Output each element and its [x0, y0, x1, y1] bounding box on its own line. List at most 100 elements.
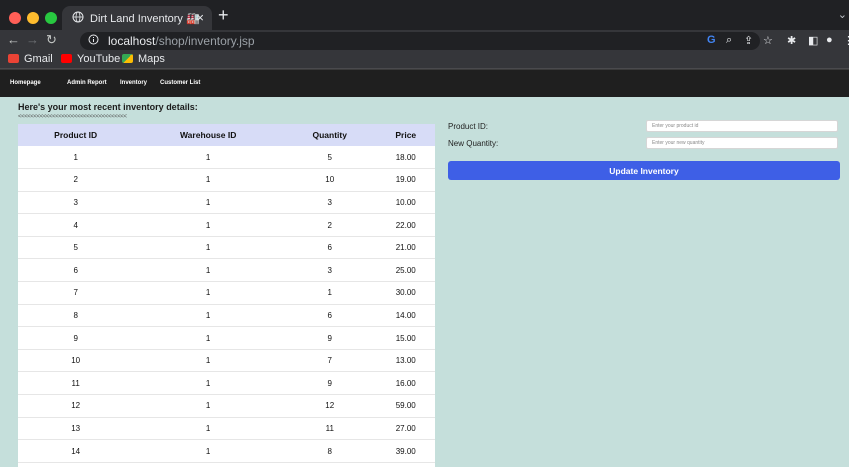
- inventory-table: Product ID Warehouse ID Quantity Price 1…: [18, 124, 435, 463]
- table-row: 7 1 1 30.00: [18, 282, 435, 305]
- table-row: 6 1 3 25.00: [18, 259, 435, 282]
- back-arrow-icon[interactable]: ←: [7, 32, 20, 47]
- site-nav: Homepage Admin Report Inventory Customer…: [0, 69, 849, 97]
- info-icon[interactable]: [88, 34, 99, 45]
- cell-price: 39.00: [395, 446, 416, 456]
- reload-icon[interactable]: ↻: [46, 32, 57, 48]
- gmail-icon: [8, 54, 19, 63]
- table-row: 3 1 3 10.00: [18, 191, 435, 214]
- close-window-button[interactable]: [9, 12, 21, 24]
- cell-quantity: 8: [327, 446, 332, 456]
- cell-product-id: 4: [73, 220, 78, 230]
- profile-icon[interactable]: ●: [826, 34, 833, 46]
- minimize-window-button[interactable]: [27, 12, 39, 24]
- cell-price: 16.00: [395, 378, 416, 388]
- maximize-window-button[interactable]: [45, 12, 57, 24]
- cell-quantity: 1: [327, 288, 332, 298]
- zoom-icon[interactable]: ⌕: [726, 34, 732, 47]
- table-row: 10 1 7 13.00: [18, 349, 435, 372]
- cell-price: 10.00: [395, 197, 416, 207]
- cell-warehouse-id: 1: [205, 152, 211, 162]
- side-panel-icon[interactable]: ◧: [808, 34, 818, 47]
- back-link[interactable]: <<<<<<<<<<<<<<<<<<<<<<<<<<<<<<<<<<<: [18, 114, 127, 120]
- cell-warehouse-id: 1: [205, 310, 211, 320]
- cell-warehouse-id: 1: [205, 288, 211, 298]
- cell-warehouse-id: 1: [205, 356, 211, 366]
- cell-warehouse-id: 1: [205, 243, 211, 253]
- cell-product-id: 14: [71, 446, 81, 456]
- forward-arrow-icon[interactable]: →: [26, 32, 39, 47]
- address-bar[interactable]: localhost/shop/inventory.jsp: [80, 32, 760, 50]
- cell-product-id: 12: [71, 401, 81, 411]
- table-body: 1 1 5 18.00 2 1 10 19.00 3 1 3 10.00 4 1 2 22.00 5 1 6 21.0…: [18, 146, 435, 463]
- share-icon[interactable]: ⇪: [744, 34, 753, 47]
- extensions-icon[interactable]: ✱: [787, 34, 796, 47]
- bookmark-maps[interactable]: Maps: [122, 53, 165, 65]
- nav-customer-list[interactable]: Customer List: [160, 80, 200, 86]
- update-inventory-button[interactable]: Update Inventory: [448, 161, 840, 180]
- column-header-price: Price: [395, 130, 417, 140]
- cell-product-id: 6: [73, 265, 78, 275]
- column-header-quantity: Quantity: [312, 130, 347, 140]
- new-quantity-label: New Quantity:: [448, 139, 499, 148]
- cell-quantity: 6: [327, 310, 332, 320]
- cell-quantity: 10: [325, 175, 335, 185]
- tab-close-icon[interactable]: ×: [196, 10, 204, 25]
- chevron-down-icon[interactable]: ⌄: [838, 8, 847, 21]
- cell-warehouse-id: 1: [205, 265, 211, 275]
- cell-quantity: 9: [327, 378, 332, 388]
- table-row: 14 1 8 39.00: [18, 440, 435, 463]
- nav-homepage[interactable]: Homepage: [10, 80, 41, 86]
- table-row: 5 1 6 21.00: [18, 236, 435, 259]
- cell-price: 22.00: [395, 220, 416, 230]
- browser-tab[interactable]: Dirt Land Inventory 🏭 ×: [62, 6, 212, 30]
- table-row: 4 1 2 22.00: [18, 214, 435, 237]
- table-row: 2 1 10 19.00: [18, 169, 435, 192]
- cell-price: 13.00: [395, 356, 416, 366]
- bookmark-youtube[interactable]: YouTube: [61, 53, 120, 65]
- bookmarks-bar: Gmail YouTube Maps: [0, 52, 849, 69]
- cell-warehouse-id: 1: [205, 197, 211, 207]
- cell-quantity: 6: [327, 243, 332, 253]
- cell-product-id: 3: [73, 197, 78, 207]
- cell-warehouse-id: 1: [205, 220, 211, 230]
- cell-quantity: 11: [325, 423, 334, 433]
- product-id-input[interactable]: [646, 120, 838, 132]
- url-text: localhost/shop/inventory.jsp: [108, 34, 255, 48]
- cell-price: 15.00: [395, 333, 416, 343]
- product-id-label: Product ID:: [448, 122, 489, 131]
- nav-inventory[interactable]: Inventory: [120, 80, 147, 86]
- menu-dots-icon[interactable]: ⋮: [843, 34, 849, 47]
- cell-product-id: 11: [71, 378, 80, 388]
- cell-warehouse-id: 1: [205, 423, 211, 433]
- browser-tab-strip: Dirt Land Inventory 🏭 × + ⌄: [0, 0, 849, 30]
- cell-quantity: 12: [325, 401, 335, 411]
- url-path: /shop/inventory.jsp: [155, 34, 255, 48]
- globe-icon: [72, 11, 84, 23]
- cell-quantity: 7: [327, 356, 332, 366]
- cell-product-id: 5: [73, 243, 78, 253]
- cell-price: 18.00: [395, 152, 416, 162]
- cell-warehouse-id: 1: [205, 401, 211, 411]
- youtube-icon: [61, 54, 72, 63]
- cell-quantity: 2: [327, 220, 332, 230]
- bookmark-label: YouTube: [77, 53, 121, 65]
- bookmark-label: Gmail: [24, 53, 53, 65]
- google-icon[interactable]: G: [707, 34, 716, 46]
- cell-product-id: 1: [73, 152, 78, 162]
- column-header-warehouse-id: Warehouse ID: [179, 130, 237, 140]
- nav-admin-report[interactable]: Admin Report: [67, 80, 107, 86]
- cell-quantity: 3: [327, 197, 332, 207]
- table-row: 12 1 12 59.00: [18, 395, 435, 418]
- cell-warehouse-id: 1: [205, 378, 211, 388]
- table-row: 11 1 9 16.00: [18, 372, 435, 395]
- bookmark-gmail[interactable]: Gmail: [8, 53, 53, 65]
- url-host: localhost: [108, 34, 156, 48]
- cell-price: 30.00: [395, 288, 416, 298]
- new-quantity-input[interactable]: [646, 137, 838, 149]
- cell-price: 21.00: [395, 243, 416, 253]
- new-tab-button[interactable]: +: [218, 5, 229, 26]
- page-title: Here's your most recent inventory detail…: [18, 102, 198, 112]
- star-icon[interactable]: ☆: [763, 34, 773, 47]
- cell-product-id: 9: [73, 333, 78, 343]
